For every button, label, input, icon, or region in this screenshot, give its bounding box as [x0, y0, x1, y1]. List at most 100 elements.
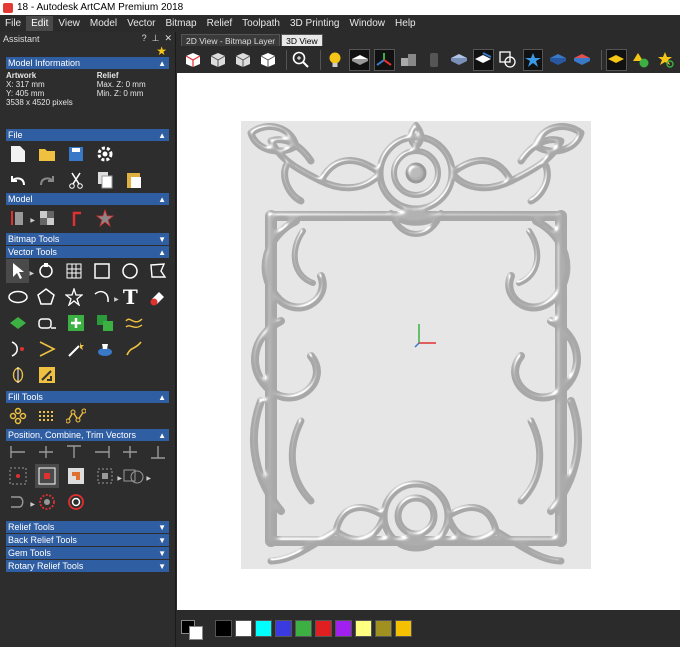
measure-icon[interactable] — [35, 311, 59, 335]
grid-icon[interactable] — [35, 206, 59, 230]
axis-gizmo-icon[interactable] — [374, 48, 395, 71]
menu-3d-printing[interactable]: 3D Printing — [285, 16, 344, 31]
view-cube-side-icon[interactable] — [232, 49, 253, 71]
center-in-page-icon[interactable] — [6, 464, 30, 488]
align-top-icon[interactable] — [62, 440, 85, 464]
redo-icon[interactable] — [35, 168, 59, 192]
spiral-cut-icon[interactable] — [35, 490, 59, 514]
section-back-relief-tools[interactable]: Back Relief Tools ▼ — [6, 534, 169, 546]
help-button[interactable]: ? — [142, 33, 147, 44]
palette-swatch[interactable] — [335, 620, 352, 637]
add-vector-icon[interactable] — [64, 311, 88, 335]
circle-icon[interactable] — [119, 259, 142, 283]
select-arrow-icon[interactable]: ▶ — [6, 259, 34, 283]
palette-swatch[interactable] — [235, 620, 252, 637]
tab-2d-view[interactable]: 2D View - Bitmap Layer — [181, 34, 281, 46]
view-cube-front-icon[interactable] — [208, 49, 229, 71]
menu-help[interactable]: Help — [390, 16, 421, 31]
palette-swatch[interactable] — [255, 620, 272, 637]
weld-icon[interactable] — [64, 464, 88, 488]
view-cube-top-icon[interactable] — [257, 49, 278, 71]
menu-vector[interactable]: Vector — [122, 16, 160, 31]
rectangle-icon[interactable] — [91, 259, 114, 283]
palette-swatch[interactable] — [315, 620, 332, 637]
target-icon[interactable] — [64, 490, 88, 514]
menu-edit[interactable]: Edit — [26, 16, 54, 31]
zoom-icon[interactable] — [291, 49, 312, 71]
copy-icon[interactable] — [93, 168, 117, 192]
3d-view-canvas[interactable] — [177, 73, 680, 610]
section-bitmap-tools[interactable]: Bitmap Tools ▼ — [6, 233, 169, 245]
palette-swatch[interactable] — [275, 620, 292, 637]
favorite-star-icon[interactable]: ★ — [156, 44, 167, 58]
blue-layer-icon[interactable] — [547, 49, 568, 71]
shapes-icon[interactable] — [631, 49, 652, 71]
vector-doctor-icon[interactable] — [6, 311, 30, 335]
menu-view[interactable]: View — [53, 16, 85, 31]
section-fill-tools[interactable]: Fill Tools ▲ — [6, 391, 169, 403]
yellow-layer-icon[interactable] — [605, 48, 627, 71]
red-layer-icon[interactable] — [572, 49, 593, 71]
star-relief-icon[interactable] — [522, 48, 544, 71]
mirror-icon[interactable] — [6, 363, 30, 387]
pin-icon[interactable]: ⊥ — [152, 33, 160, 44]
palette-swatch[interactable] — [395, 620, 412, 637]
fg-bg-color-swap-icon[interactable] — [181, 618, 207, 640]
section-relief-tools[interactable]: Relief Tools ▼ — [6, 521, 169, 533]
palette-swatch[interactable] — [375, 620, 392, 637]
polyline-icon[interactable] — [147, 259, 170, 283]
section-gem-tools[interactable]: Gem Tools ▼ — [6, 547, 169, 559]
stack-view-icon[interactable] — [473, 48, 494, 71]
view-iso-cube-icon[interactable] — [183, 49, 204, 71]
anchor-point-icon[interactable] — [35, 464, 59, 488]
ellipse-icon[interactable] — [6, 285, 29, 309]
overlap-vectors-icon[interactable] — [498, 49, 519, 71]
star-shape-icon[interactable] — [62, 285, 85, 309]
menu-toolpath[interactable]: Toolpath — [237, 16, 285, 31]
new-file-icon[interactable] — [6, 142, 30, 166]
fill-pattern-icon[interactable] — [35, 404, 59, 428]
settings-gear-icon[interactable] — [93, 142, 117, 166]
align-left-icon[interactable] — [6, 440, 29, 464]
open-folder-icon[interactable] — [35, 142, 59, 166]
align-center-h-icon[interactable] — [34, 440, 57, 464]
menu-window[interactable]: Window — [344, 16, 390, 31]
fill-nodes-icon[interactable] — [6, 404, 30, 428]
section-model[interactable]: Model ▲ — [6, 193, 169, 205]
paste-icon[interactable] — [122, 168, 146, 192]
palette-swatch[interactable] — [215, 620, 232, 637]
menu-bitmap[interactable]: Bitmap — [160, 16, 201, 31]
model-size-icon[interactable]: ▶ — [6, 206, 35, 230]
light-bulb-icon[interactable] — [324, 49, 345, 71]
save-icon[interactable] — [64, 142, 88, 166]
fill-path-icon[interactable] — [64, 404, 88, 428]
section-file[interactable]: File ▲ — [6, 129, 169, 141]
magic-wand-icon[interactable] — [64, 337, 88, 361]
origin-icon[interactable] — [64, 206, 88, 230]
align-right-icon[interactable] — [91, 440, 114, 464]
combine-icon[interactable]: ▶ — [122, 464, 151, 488]
menu-relief[interactable]: Relief — [202, 16, 238, 31]
undo-icon[interactable] — [6, 168, 30, 192]
text-tool-icon[interactable]: T — [119, 285, 142, 309]
transform-grid-icon[interactable] — [62, 259, 85, 283]
star-marker-icon[interactable] — [93, 206, 117, 230]
group-vectors-icon[interactable] — [93, 311, 117, 335]
palette-swatch[interactable] — [355, 620, 372, 637]
star-search-icon[interactable] — [655, 49, 676, 71]
arc-icon[interactable]: ▶ — [91, 285, 119, 309]
curve-pen-icon[interactable] — [122, 337, 146, 361]
layer-plate-icon[interactable] — [349, 48, 371, 71]
section-vector-tools[interactable]: Vector Tools ▲ — [6, 246, 169, 258]
material-block-icon[interactable] — [424, 49, 445, 71]
close-button[interactable]: ✕ — [164, 33, 172, 44]
join-icon[interactable]: ▶ — [6, 490, 35, 514]
polygon-icon[interactable] — [34, 285, 57, 309]
fillet-icon[interactable] — [35, 337, 59, 361]
offset-arrow-icon[interactable] — [6, 337, 30, 361]
relief-layer-icon[interactable] — [448, 49, 469, 71]
import-vector-icon[interactable] — [35, 363, 59, 387]
bucket-icon[interactable] — [93, 337, 117, 361]
section-position-combine-trim[interactable]: Position, Combine, Trim Vectors ▲ — [6, 429, 169, 441]
toolpath-blocks-icon[interactable] — [399, 49, 420, 71]
